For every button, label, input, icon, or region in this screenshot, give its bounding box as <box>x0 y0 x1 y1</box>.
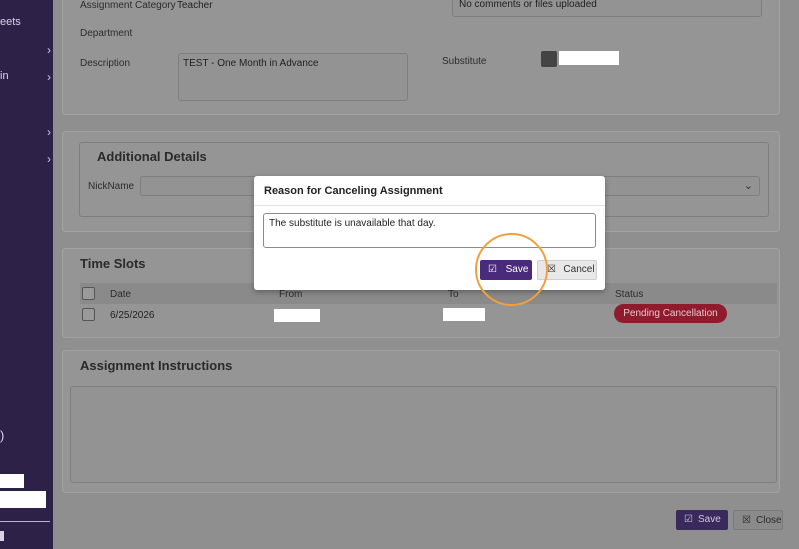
sidebar-item-label: eets <box>0 16 21 28</box>
save-button[interactable]: ☑ Save <box>676 510 728 530</box>
column-header-to: To <box>448 289 459 300</box>
save-icon: ☑ <box>488 264 497 275</box>
status-badge: Pending Cancellation <box>614 304 727 323</box>
additional-details-heading: Additional Details <box>97 149 207 164</box>
chevron-right-icon: › <box>47 152 51 166</box>
modal-cancel-button[interactable]: ☒ Cancel <box>537 260 597 280</box>
sidebar: eets › in › › › ) <box>0 0 53 549</box>
substitute-label: Substitute <box>442 56 487 67</box>
row-to-block <box>443 308 485 321</box>
modal-title: Reason for Canceling Assignment <box>264 185 443 197</box>
modal-save-button[interactable]: ☑ Save <box>480 260 532 280</box>
comments-box: No comments or files uploaded <box>452 0 762 17</box>
close-button-label: Close <box>756 515 782 526</box>
column-header-date: Date <box>110 289 132 300</box>
instructions-heading: Assignment Instructions <box>80 358 233 373</box>
department-label: Department <box>80 28 133 39</box>
nickname-label: NickName <box>88 181 135 192</box>
row-from-block <box>274 309 320 322</box>
column-header-from: From <box>279 289 303 300</box>
avatar <box>541 51 557 67</box>
row-checkbox[interactable] <box>82 308 95 321</box>
modal-cancel-label: Cancel <box>563 264 595 275</box>
description-label: Description <box>80 58 131 69</box>
description-value: TEST - One Month in Advance <box>183 58 319 69</box>
sidebar-item-2[interactable]: › <box>0 43 53 61</box>
substitute-name-block <box>559 51 619 65</box>
instructions-card: Assignment Instructions <box>62 350 780 493</box>
select-all-checkbox[interactable] <box>82 287 95 300</box>
time-slots-heading: Time Slots <box>80 256 146 271</box>
modal-save-label: Save <box>505 264 529 275</box>
row-date: 6/25/2026 <box>110 310 155 321</box>
sidebar-item-label: in <box>0 70 9 82</box>
cancel-reason-modal: Reason for Canceling Assignment The subs… <box>254 176 605 290</box>
description-field[interactable]: TEST - One Month in Advance <box>178 53 408 101</box>
instructions-field[interactable] <box>70 386 777 483</box>
sidebar-item-4[interactable]: › <box>0 125 53 143</box>
reason-textarea[interactable]: The substitute is unavailable that day. <box>263 213 596 248</box>
sidebar-item-5[interactable]: › <box>0 152 53 170</box>
sidebar-user-name-block <box>0 491 46 508</box>
column-header-status: Status <box>615 289 644 300</box>
divider <box>0 521 50 522</box>
sidebar-item-3[interactable]: in › <box>0 70 53 88</box>
chevron-right-icon: › <box>47 70 51 84</box>
divider <box>254 205 605 206</box>
save-button-label: Save <box>698 514 721 525</box>
category-label: Assignment Category <box>80 0 176 11</box>
save-icon: ☑ <box>684 514 693 525</box>
category-value: Teacher <box>177 0 213 11</box>
cancel-icon: ☒ <box>547 264 556 275</box>
close-icon: ☒ <box>742 515 751 526</box>
close-button[interactable]: ☒ Close <box>733 510 783 530</box>
chevron-right-icon: › <box>47 125 51 139</box>
chevron-right-icon: › <box>47 43 51 57</box>
sidebar-fragment: ) <box>0 428 5 443</box>
sidebar-item-timesheets[interactable]: eets <box>0 16 53 34</box>
chevron-down-icon: ⌄ <box>743 180 753 192</box>
sidebar-footer-item[interactable] <box>0 531 4 541</box>
comments-value: No comments or files uploaded <box>459 0 597 10</box>
sidebar-user-block <box>0 474 24 488</box>
assignment-details-card: Assignment Category Teacher Department D… <box>62 0 780 115</box>
